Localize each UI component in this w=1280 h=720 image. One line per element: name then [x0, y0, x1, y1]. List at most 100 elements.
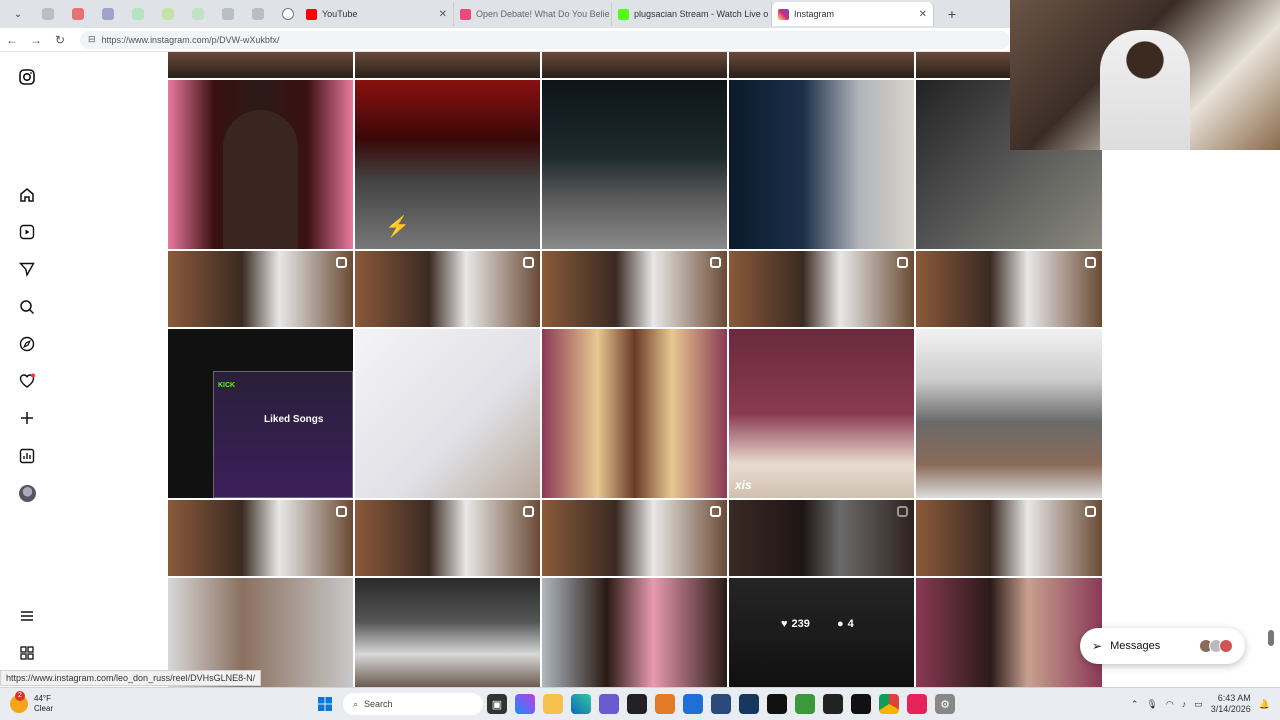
post-thumbnail[interactable] [355, 52, 540, 78]
windows-start-icon[interactable] [315, 694, 335, 714]
site-info-icon[interactable]: ⊟ [88, 34, 96, 45]
file-explorer-icon[interactable] [543, 694, 563, 714]
app-pink-icon[interactable] [907, 694, 927, 714]
reel-thumbnail[interactable] [168, 500, 353, 576]
instagram-logo-icon[interactable] [17, 67, 37, 87]
task-view-icon[interactable]: ▣ [487, 694, 507, 714]
tab-list-dropdown[interactable]: ⌄ [6, 4, 30, 24]
steam-icon[interactable] [739, 694, 759, 714]
close-icon[interactable]: ✕ [433, 9, 447, 20]
edge-icon[interactable] [571, 694, 591, 714]
reload-icon[interactable]: ↻ [48, 33, 72, 47]
post-thumbnail[interactable]: xis [729, 329, 914, 498]
post-thumbnail-hovered[interactable]: ♥ 239 ● 4 [729, 578, 914, 687]
post-thumbnail[interactable] [542, 578, 727, 687]
post-thumbnail[interactable] [355, 578, 540, 687]
post-thumbnail[interactable] [168, 52, 353, 78]
tab-youtube[interactable]: YouTube ✕ [300, 2, 454, 26]
post-thumbnail[interactable]: ⚡ [355, 80, 540, 249]
reel-thumbnail[interactable] [916, 500, 1102, 576]
forward-arrow-icon[interactable]: → [24, 33, 48, 47]
close-icon[interactable]: ✕ [913, 9, 927, 20]
messages-button[interactable]: ➢ Messages [1080, 628, 1245, 664]
tiktok-icon[interactable] [767, 694, 787, 714]
app-icon[interactable] [655, 694, 675, 714]
home-icon[interactable] [17, 185, 37, 205]
reel-thumbnail[interactable] [355, 251, 540, 327]
post-thumbnail[interactable] [355, 329, 540, 498]
notifications-icon[interactable] [17, 371, 37, 391]
settings-icon[interactable]: ⚙ [935, 694, 955, 714]
dashboard-icon[interactable] [17, 446, 37, 466]
xbox-icon[interactable] [795, 694, 815, 714]
menu-icon[interactable] [17, 606, 37, 626]
post-thumbnail[interactable] [168, 80, 353, 249]
reels-icon[interactable] [17, 222, 37, 242]
post-thumbnail[interactable] [729, 52, 914, 78]
pinned-tab[interactable] [216, 4, 240, 24]
taskbar-search-box[interactable]: ⌕ Search [343, 693, 483, 715]
obs-icon[interactable] [627, 694, 647, 714]
reel-thumbnail[interactable] [542, 500, 727, 576]
wifi-icon[interactable]: ◠ [1166, 699, 1174, 710]
pinned-tab[interactable] [186, 4, 210, 24]
pinned-tab[interactable] [96, 4, 120, 24]
reel-thumbnail[interactable] [729, 251, 914, 327]
link-status-bar: https://www.instagram.com/leo_don_russ/r… [0, 670, 262, 686]
profile-posts-grid: ⚡ KICK Liked Songs xis ♥ 239 ● 4 [168, 52, 1102, 687]
post-thumbnail[interactable] [542, 329, 727, 498]
tab-kick-stream[interactable]: plugsacian Stream - Watch Live o ✕ [612, 2, 772, 26]
reel-icon [710, 257, 721, 268]
post-thumbnail[interactable] [916, 329, 1102, 498]
tab-open-debate[interactable]: Open Debate! What Do You Belie ✕ [454, 2, 612, 26]
copilot-icon[interactable] [515, 694, 535, 714]
pinned-tab[interactable] [156, 4, 180, 24]
reel-thumbnail[interactable] [542, 251, 727, 327]
weather-temp: 44°F [34, 694, 51, 703]
microphone-icon[interactable]: 🎙 [1146, 699, 1157, 710]
pinned-tab[interactable] [66, 4, 90, 24]
app-r-icon[interactable] [823, 694, 843, 714]
post-thumbnail[interactable] [916, 578, 1102, 687]
profile-avatar-icon[interactable] [17, 483, 37, 503]
reel-thumbnail[interactable] [355, 500, 540, 576]
battery-icon[interactable]: ▭ [1194, 699, 1203, 710]
messages-icon[interactable] [17, 259, 37, 279]
clock[interactable]: 6:43 AM 3/14/2026 [1211, 693, 1251, 715]
store-icon[interactable] [683, 694, 703, 714]
clock-date: 3/14/2026 [1210, 704, 1251, 714]
notifications-bell-icon[interactable]: 🔔 [1259, 699, 1270, 710]
explore-icon[interactable] [17, 334, 37, 354]
back-arrow-icon[interactable]: ← [0, 33, 24, 47]
reel-icon [523, 257, 534, 268]
chrome-icon[interactable] [879, 694, 899, 714]
search-icon[interactable] [17, 297, 37, 317]
url-field[interactable]: ⊟ https://www.instagram.com/p/DVW-wXukbf… [80, 30, 1010, 49]
tab-title: plugsacian Stream - Watch Live o [634, 9, 769, 19]
reel-thumbnail[interactable] [916, 251, 1102, 327]
weather-widget[interactable]: 2 44°F Clear [10, 691, 130, 714]
mail-icon[interactable] [711, 694, 731, 714]
pinned-tab[interactable] [36, 4, 60, 24]
post-thumbnail[interactable]: KICK Liked Songs [168, 329, 353, 498]
post-thumbnail[interactable] [542, 52, 727, 78]
post-thumbnail[interactable] [542, 80, 727, 249]
reel-thumbnail[interactable] [168, 251, 353, 327]
page-scrollbar[interactable] [1268, 630, 1274, 646]
pinned-tab[interactable] [276, 4, 300, 24]
pinned-tab[interactable] [246, 4, 270, 24]
kick-icon [618, 8, 629, 20]
create-icon[interactable] [17, 408, 37, 428]
post-thumbnail[interactable] [729, 80, 914, 249]
volume-icon[interactable]: ♪ [1182, 699, 1187, 709]
reel-thumbnail[interactable] [729, 500, 914, 576]
tray-chevron-icon[interactable]: ⌃ [1131, 699, 1139, 710]
new-tab-button[interactable]: + [940, 4, 964, 24]
tab-title: Instagram [794, 9, 835, 19]
tab-instagram[interactable]: Instagram ✕ [772, 2, 934, 26]
pinned-tab[interactable] [126, 4, 150, 24]
more-apps-icon[interactable] [17, 643, 37, 663]
capcut-icon[interactable] [851, 694, 871, 714]
like-heart-icon: ♥ [781, 618, 788, 630]
discord-icon[interactable] [599, 694, 619, 714]
